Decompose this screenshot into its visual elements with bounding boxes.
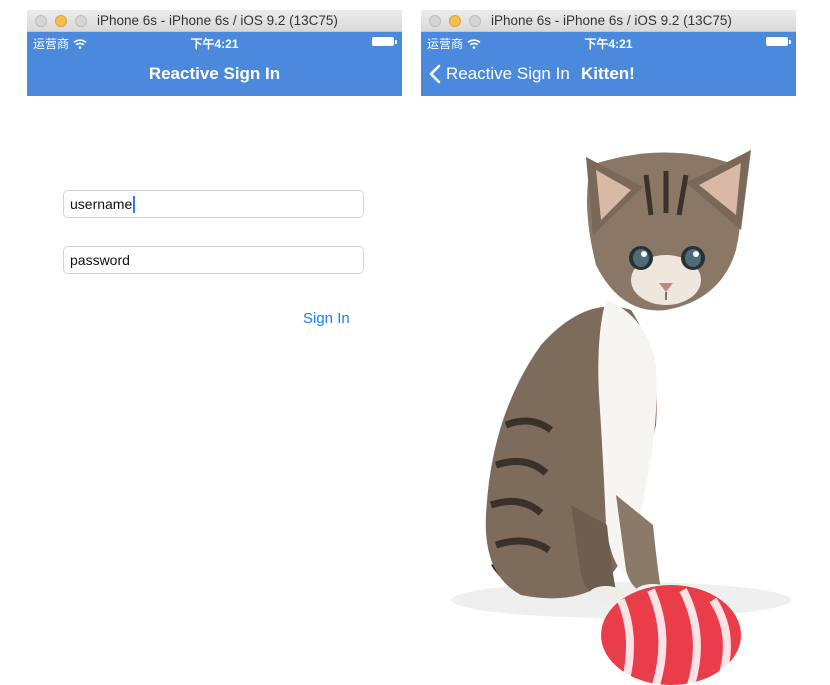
simulator-window-sign-in: iPhone 6s - iPhone 6s / iOS 9.2 (13C75) …	[27, 10, 402, 685]
chevron-left-icon	[429, 64, 441, 84]
navigation-bar: 运营商 下午4:21 Reactive Sign In	[27, 32, 402, 96]
status-time: 下午4:21	[190, 37, 239, 51]
window-controls	[35, 14, 87, 27]
zoom-window-button[interactable]	[75, 14, 87, 27]
minimize-window-button[interactable]	[449, 14, 461, 27]
back-button-label: Reactive Sign In	[446, 64, 570, 83]
close-window-button[interactable]	[429, 14, 441, 27]
zoom-window-button[interactable]	[469, 14, 481, 27]
password-value: password	[70, 252, 130, 268]
minimize-window-button[interactable]	[55, 14, 67, 27]
status-bar: 运营商 下午4:21	[27, 32, 402, 52]
password-field[interactable]: password	[63, 246, 364, 274]
username-field[interactable]: username	[63, 190, 364, 218]
nav-title: Kitten!	[581, 64, 635, 83]
status-bar: 运营商 下午4:21	[421, 32, 796, 52]
navigation-bar: 运营商 下午4:21 Reactive Sign In Kitten!	[421, 32, 796, 96]
username-value: username	[70, 196, 133, 212]
nav-title: Reactive Sign In	[148, 64, 281, 83]
sign-in-button[interactable]: Sign In	[303, 310, 350, 327]
window-titlebar: iPhone 6s - iPhone 6s / iOS 9.2 (13C75)	[421, 10, 796, 32]
window-title: iPhone 6s - iPhone 6s / iOS 9.2 (13C75)	[491, 13, 732, 28]
battery-icon	[372, 37, 397, 46]
back-button[interactable]: Reactive Sign In	[429, 52, 570, 96]
window-controls	[429, 14, 481, 27]
battery-icon	[766, 37, 791, 46]
close-window-button[interactable]	[35, 14, 47, 27]
text-cursor	[133, 195, 136, 213]
simulator-window-kitten: iPhone 6s - iPhone 6s / iOS 9.2 (13C75) …	[421, 10, 796, 685]
window-titlebar: iPhone 6s - iPhone 6s / iOS 9.2 (13C75)	[27, 10, 402, 32]
kitten-photo	[451, 150, 791, 685]
window-title: iPhone 6s - iPhone 6s / iOS 9.2 (13C75)	[97, 13, 338, 28]
status-time: 下午4:21	[584, 37, 633, 51]
